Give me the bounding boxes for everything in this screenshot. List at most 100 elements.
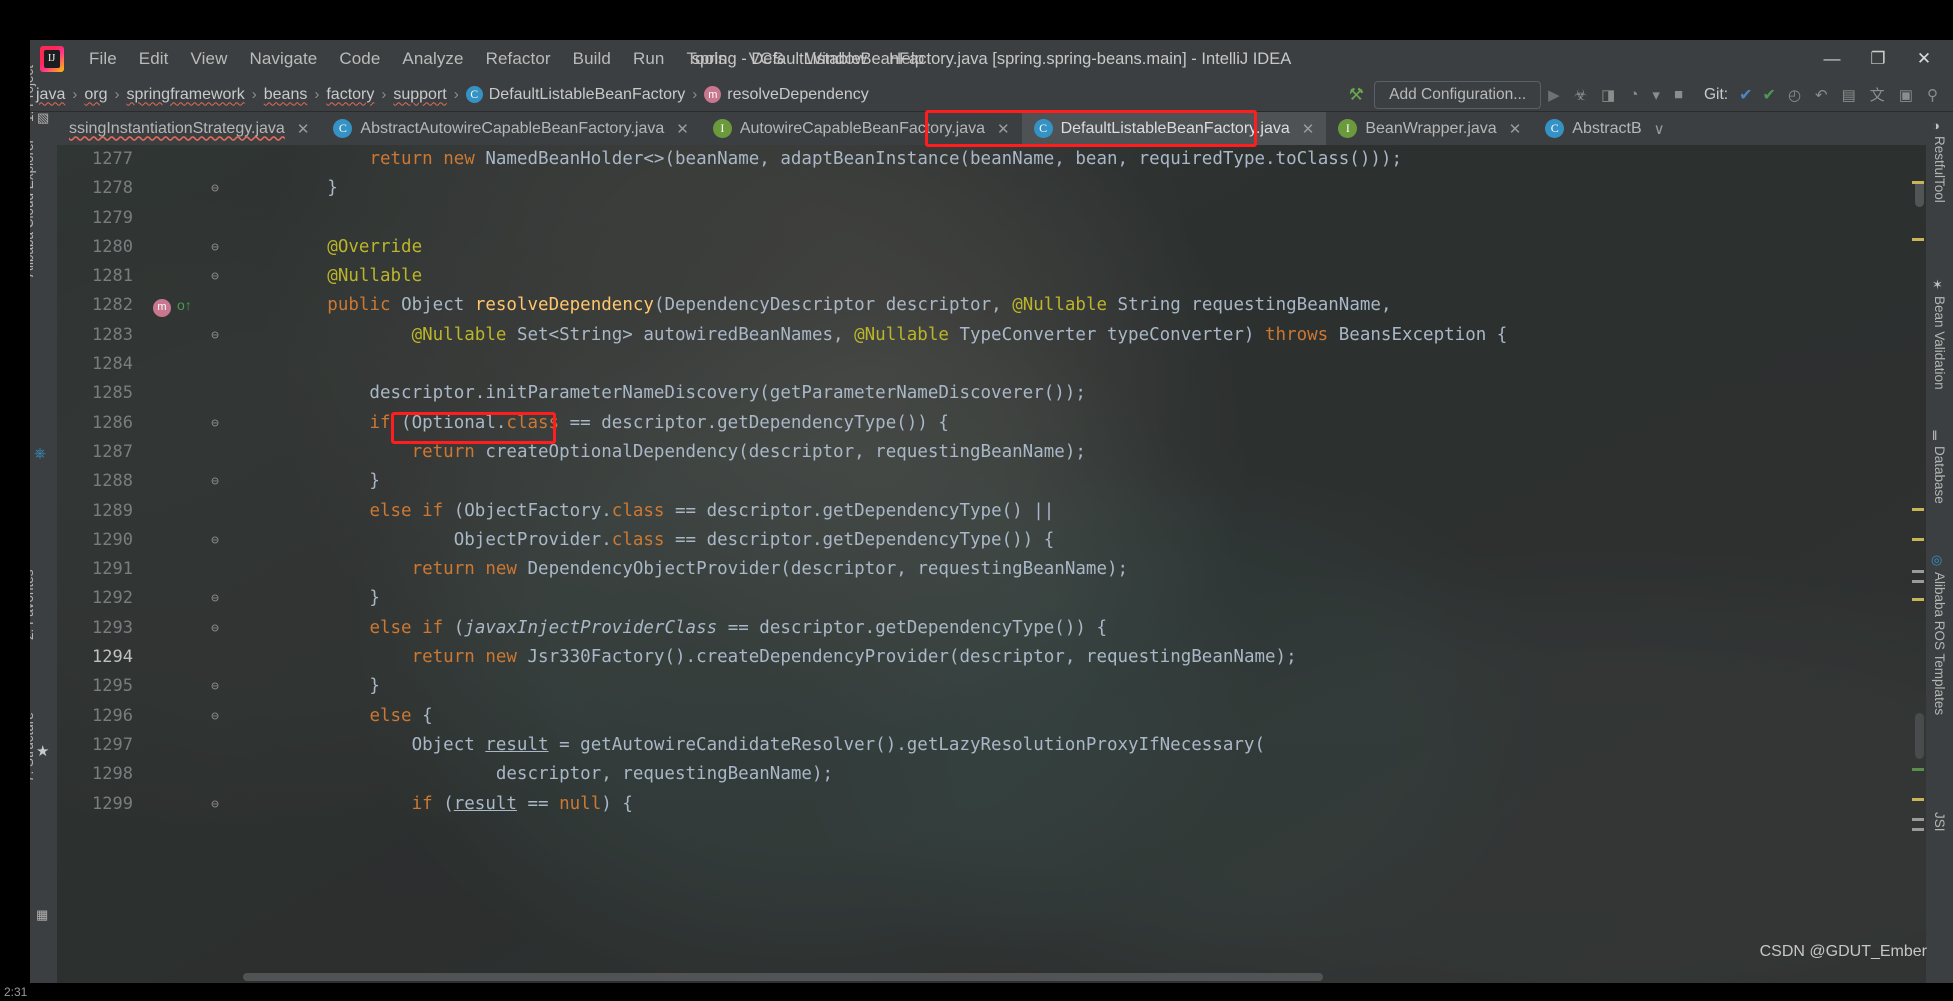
code-fold-toggle-icon[interactable]: ⊖ bbox=[207, 409, 223, 438]
editor-tab-abstractb[interactable]: C AbstractB ∨ bbox=[1533, 112, 1676, 145]
code-fold-toggle-icon[interactable]: ⊖ bbox=[207, 526, 223, 555]
menu-item-file[interactable]: File bbox=[78, 45, 128, 73]
editor-horizontal-scrollbar[interactable] bbox=[243, 973, 1323, 981]
close-icon[interactable]: ✕ bbox=[997, 120, 1010, 138]
code-line[interactable]: 1298 descriptor, requestingBeanName); bbox=[57, 760, 1926, 789]
debug-icon[interactable]: ☣ bbox=[1567, 86, 1594, 104]
breadcrumb-item-DefaultListableBeanFactory[interactable]: C DefaultListableBeanFactory bbox=[465, 86, 685, 104]
code-line[interactable]: 1283 ⊖ @Nullable Set<String> autowiredBea… bbox=[57, 321, 1926, 350]
menu-item-code[interactable]: Code bbox=[328, 45, 391, 73]
sidebar-item-project[interactable]: 1: Project bbox=[30, 65, 36, 122]
editor-tab-abstractautowirecapablebeanfactory-java[interactable]: C AbstractAutowireCapableBeanFactory.java… bbox=[321, 112, 700, 145]
code-fold-toggle-icon[interactable]: ⊖ bbox=[207, 321, 223, 350]
breadcrumb-item-factory[interactable]: factory bbox=[326, 86, 374, 104]
code-fold-toggle-icon[interactable]: ⊖ bbox=[207, 702, 223, 731]
code-line[interactable]: 1296 ⊖ else { bbox=[57, 702, 1926, 731]
code-line[interactable]: 1293 ⊖ else if (javaxInjectProviderClass … bbox=[57, 614, 1926, 643]
code-line[interactable]: 1299 ⊖ if (result == null) { bbox=[57, 790, 1926, 819]
git-commit-icon[interactable]: ✔ bbox=[1758, 85, 1781, 105]
code-line[interactable]: 1280 ⊖ @Override bbox=[57, 233, 1926, 262]
breadcrumb-item-java[interactable]: java bbox=[36, 86, 65, 104]
code-fold-toggle-icon[interactable]: ⊖ bbox=[207, 584, 223, 613]
editor-tab-autowirecapablebeanfactory-java[interactable]: I AutowireCapableBeanFactory.java ✕ bbox=[701, 112, 1022, 145]
breadcrumb-item-org[interactable]: org bbox=[84, 86, 107, 104]
menu-item-edit[interactable]: Edit bbox=[128, 45, 180, 73]
close-icon[interactable]: ✕ bbox=[1509, 120, 1522, 138]
sidebar-item-structure[interactable]: 7: Structure bbox=[30, 712, 36, 782]
vcs-icon[interactable]: ▤ bbox=[1835, 86, 1863, 104]
code-fold-toggle-icon[interactable]: ⊖ bbox=[207, 174, 223, 203]
editor-tab-ssinginstantiationstrategy-java[interactable]: ssingInstantiationStrategy.java ✕ bbox=[57, 112, 321, 145]
menu-item-navigate[interactable]: Navigate bbox=[238, 45, 328, 73]
run-icon[interactable]: ▶ bbox=[1541, 86, 1567, 104]
menu-item-help[interactable]: Help bbox=[878, 45, 935, 73]
menu-item-view[interactable]: View bbox=[180, 45, 239, 73]
code-fold-toggle-icon[interactable]: ⊖ bbox=[207, 790, 223, 819]
breadcrumb-item-support[interactable]: support bbox=[393, 86, 446, 104]
code-line[interactable]: 1292 ⊖ } bbox=[57, 584, 1926, 613]
sidebar-item-alibaba-cloud-explorer[interactable]: Alibaba Cloud Explorer bbox=[30, 139, 36, 277]
chevron-down-icon[interactable]: ∨ bbox=[1654, 120, 1665, 138]
breadcrumb-item-resolveDependency[interactable]: m resolveDependency bbox=[704, 86, 869, 104]
code-fold-toggle-icon[interactable]: ⊖ bbox=[207, 467, 223, 496]
build-icon[interactable]: ⚒ bbox=[1339, 85, 1374, 105]
translate-icon[interactable]: 文 bbox=[1863, 84, 1892, 105]
code-fold-toggle-icon[interactable]: ⊖ bbox=[207, 233, 223, 262]
code-line[interactable]: 1297 Object result = getAutowireCandidat… bbox=[57, 731, 1926, 760]
code-line[interactable]: 1289 else if (ObjectFactory.class == des… bbox=[57, 497, 1926, 526]
code-line[interactable]: 1290 ⊖ ObjectProvider.class == descriptor… bbox=[57, 526, 1926, 555]
code-line[interactable]: 1277 return new NamedBeanHolder<>(beanNa… bbox=[57, 145, 1926, 174]
error-marker-bar[interactable] bbox=[1910, 178, 1926, 983]
menu-item-build[interactable]: Build bbox=[562, 45, 622, 73]
code-fold-toggle-icon[interactable]: ⊖ bbox=[207, 614, 223, 643]
menu-item-tools[interactable]: Tools bbox=[675, 45, 737, 73]
code-line[interactable]: 1286 ⊖ if (Optional.class == descriptor.g… bbox=[57, 409, 1926, 438]
search-icon[interactable]: ⚲ bbox=[1920, 86, 1945, 104]
code-line[interactable]: 1278 ⊖ } bbox=[57, 174, 1926, 203]
sidebar-item-database[interactable]: Database bbox=[1932, 446, 1947, 504]
minimize-button[interactable]: — bbox=[1809, 40, 1855, 78]
sidebar-item-jsi[interactable]: JSI bbox=[1932, 812, 1947, 832]
code-line[interactable]: 1288 ⊖ } bbox=[57, 467, 1926, 496]
menu-item-analyze[interactable]: Analyze bbox=[391, 45, 474, 73]
close-icon[interactable]: ✕ bbox=[297, 120, 310, 138]
code-line[interactable]: 1285 descriptor.initParameterNameDiscove… bbox=[57, 379, 1926, 408]
sidebar-item-favorites[interactable]: 2: Favorites bbox=[30, 569, 36, 640]
menu-item-vcs[interactable]: VCS bbox=[738, 45, 795, 73]
editor-tab-defaultlistablebeanfactory-java[interactable]: C DefaultListableBeanFactory.java ✕ bbox=[1021, 112, 1327, 145]
code-fold-toggle-icon[interactable]: ⊖ bbox=[207, 262, 223, 291]
close-button[interactable]: ✕ bbox=[1901, 40, 1947, 78]
maximize-button[interactable]: ❐ bbox=[1855, 40, 1901, 78]
add-configuration-button[interactable]: Add Configuration... bbox=[1374, 80, 1542, 109]
git-update-icon[interactable]: ✔ bbox=[1734, 85, 1757, 105]
code-editor[interactable]: 1277 return new NamedBeanHolder<>(beanNa… bbox=[57, 145, 1926, 983]
overridden-method-icon[interactable]: m bbox=[153, 299, 171, 318]
code-fold-toggle-icon[interactable]: ⊖ bbox=[207, 672, 223, 701]
profile-icon[interactable]: ◔ bbox=[1622, 86, 1645, 103]
sidebar-item-alibaba-ros-templates[interactable]: Alibaba ROS Templates bbox=[1932, 572, 1947, 715]
stop-icon[interactable]: ■ bbox=[1667, 86, 1690, 103]
code-line[interactable]: 1294 return new Jsr330Factory().createDe… bbox=[57, 643, 1926, 672]
menu-item-window[interactable]: Window bbox=[795, 45, 878, 73]
menu-item-refactor[interactable]: Refactor bbox=[475, 45, 562, 73]
sidebar-item-restfultool[interactable]: RestfulTool bbox=[1932, 136, 1947, 203]
code-line[interactable]: 1282 m o↑ public Object resolveDependency(… bbox=[57, 291, 1926, 320]
git-history-icon[interactable]: ◴ bbox=[1781, 86, 1808, 104]
breadcrumb-item-springframework[interactable]: springframework bbox=[126, 86, 244, 104]
chevron-down-icon[interactable]: ▾ bbox=[1645, 86, 1667, 104]
breadcrumb-item-beans[interactable]: beans bbox=[264, 86, 308, 104]
implementing-method-arrow-icon[interactable]: o↑ bbox=[177, 297, 192, 313]
close-icon[interactable]: ✕ bbox=[1302, 120, 1315, 138]
code-line[interactable]: 1295 ⊖ } bbox=[57, 672, 1926, 701]
sidebar-item-bean-validation[interactable]: Bean Validation bbox=[1932, 296, 1947, 390]
git-rollback-icon[interactable]: ↶ bbox=[1808, 86, 1835, 104]
layout-icon[interactable]: ▣ bbox=[1892, 86, 1920, 104]
code-line[interactable]: 1284 bbox=[57, 350, 1926, 379]
code-line[interactable]: 1287 return createOptionalDependency(des… bbox=[57, 438, 1926, 467]
menu-item-run[interactable]: Run bbox=[622, 45, 676, 73]
coverage-icon[interactable]: ◨ bbox=[1594, 86, 1622, 104]
code-line[interactable]: 1281 ⊖ @Nullable bbox=[57, 262, 1926, 291]
editor-tab-beanwrapper-java[interactable]: I BeanWrapper.java ✕ bbox=[1326, 112, 1533, 145]
code-line[interactable]: 1291 return new DependencyObjectProvider… bbox=[57, 555, 1926, 584]
code-line[interactable]: 1279 bbox=[57, 204, 1926, 233]
